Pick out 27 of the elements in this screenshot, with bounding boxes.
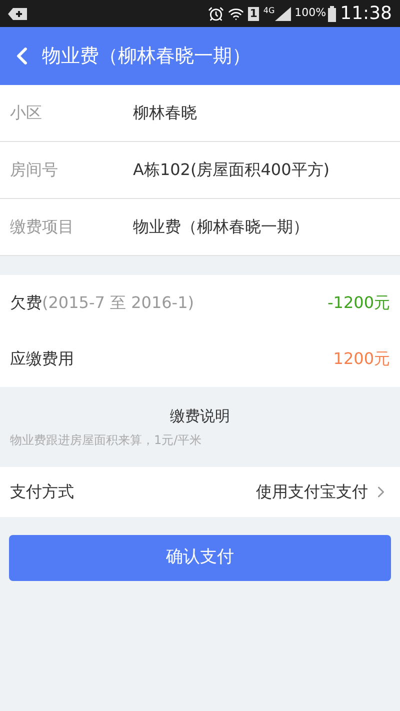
fee-label: 应缴费用 [10,348,74,370]
row-value: A栋102(房屋面积400平方) [133,159,330,181]
wifi-icon [228,6,244,22]
battery-percent: 100% [294,5,326,22]
signal-icon [274,6,291,20]
fee-amount: -1200元 [328,292,390,314]
note-title: 缴费说明 [169,406,231,428]
row-label: 房间号 [9,159,59,181]
battery-icon [328,6,336,22]
fee-label: 欠费 [10,292,42,314]
note-text: 物业费跟进房屋面积来算，1元/平米 [10,432,203,449]
fee-period: (2015-7 至 2016-1) [42,292,194,314]
row-label: 小区 [9,102,43,124]
payment-value: 使用支付宝支付 [256,481,368,503]
payment-label: 支付方式 [10,481,74,503]
row-label: 缴费项目 [9,216,75,238]
notification-icon [8,6,28,20]
fee-amount: 1200元 [333,348,390,370]
payment-method-row[interactable]: 支付方式 使用支付宝支付 [0,467,400,517]
alarm-icon [208,6,224,22]
network-type: 4G [263,5,275,17]
row-value: 物业费（柳林春晓一期） [133,216,309,238]
row-value: 柳林春晓 [133,102,197,124]
sim-indicator: 1 [248,6,260,20]
clock-time: 11:38 [340,2,392,26]
confirm-payment-button[interactable]: 确认支付 [9,535,391,581]
page-title: 物业费（柳林春晓一期） [42,44,251,69]
